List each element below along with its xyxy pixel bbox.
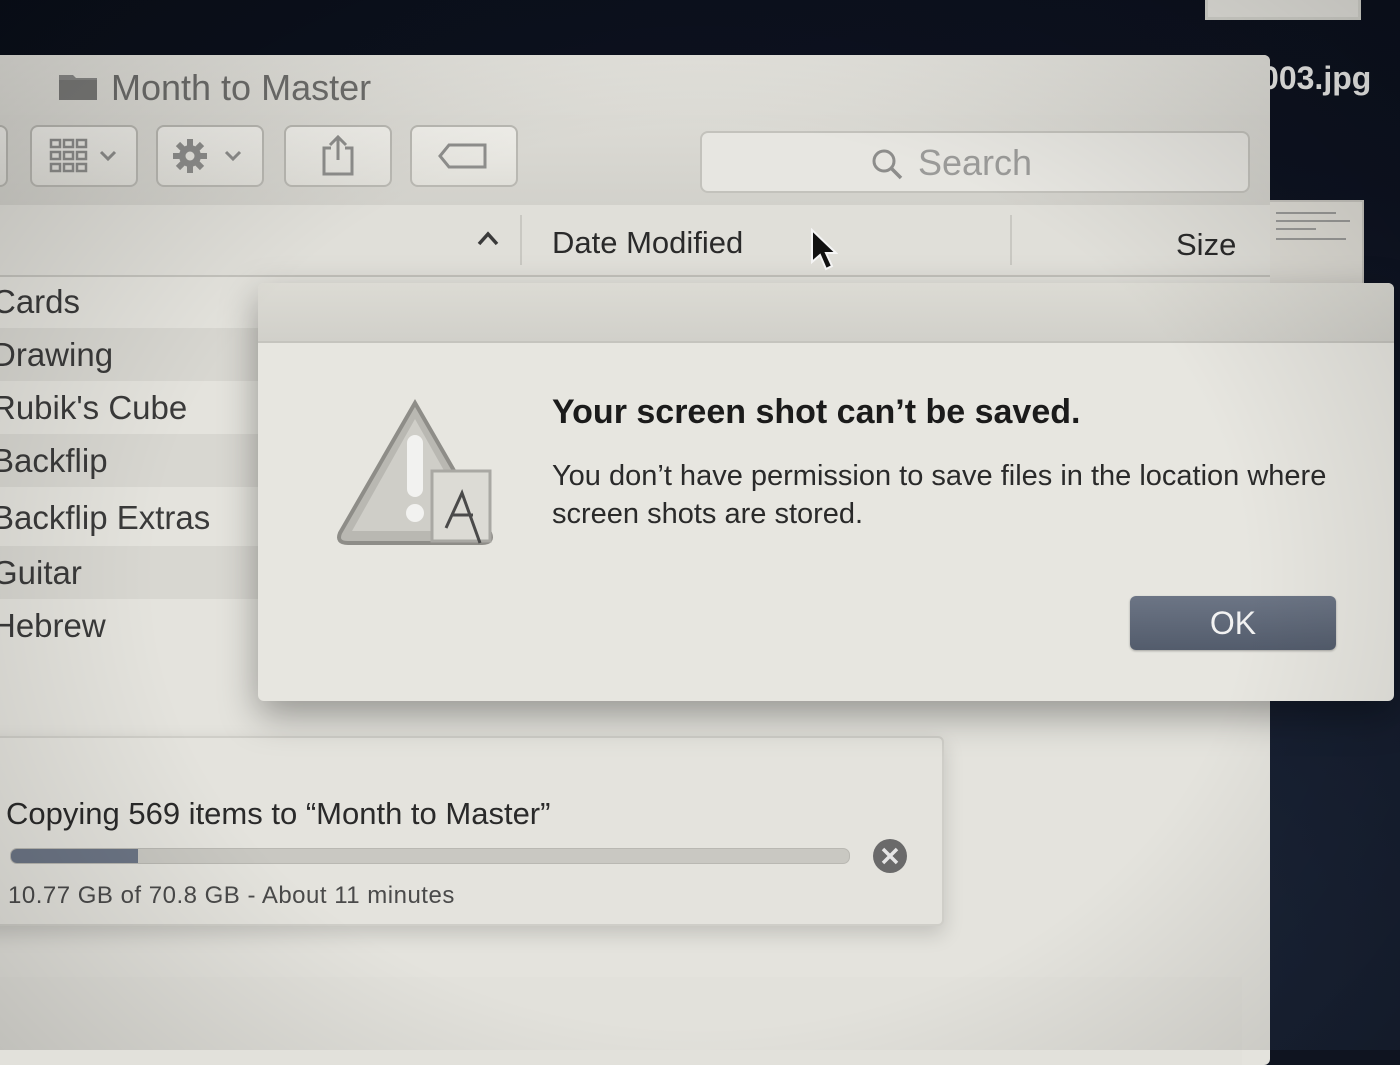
alert-title-bar — [258, 283, 1394, 343]
column-divider[interactable] — [520, 215, 522, 265]
search-placeholder: Search — [918, 142, 1032, 184]
column-date-modified[interactable]: Date Modified — [552, 225, 743, 261]
folder-icon — [58, 71, 98, 101]
copy-progress-bar — [10, 848, 850, 864]
column-divider[interactable] — [1010, 215, 1012, 265]
cancel-copy-button[interactable] — [872, 838, 908, 874]
toolbar: Search — [0, 115, 1270, 207]
list-item[interactable]: Cards — [0, 275, 280, 328]
desktop-file-thumbnail[interactable] — [1268, 200, 1364, 294]
view-options-button[interactable] — [30, 125, 138, 187]
chevron-down-icon — [101, 152, 115, 159]
window-title: Month to Master — [111, 67, 371, 109]
file-name: Hebrew — [0, 607, 106, 644]
warning-icon — [330, 393, 500, 563]
column-header: Date Modified Size — [0, 205, 1270, 277]
file-name: Cards — [0, 283, 80, 320]
share-button[interactable] — [284, 125, 392, 187]
file-name: Drawing — [0, 336, 113, 373]
search-icon — [870, 147, 904, 181]
copy-progress-status: 10.77 GB of 70.8 GB - About 11 minutes — [8, 882, 455, 910]
title-bar[interactable]: Month to Master — [0, 55, 1270, 115]
file-name: Backflip — [0, 442, 108, 479]
desktop-file-thumbnail[interactable] — [1205, 0, 1361, 20]
list-item[interactable]: Backflip Extras — [0, 491, 280, 544]
nav-back-button[interactable] — [0, 125, 8, 187]
file-name: Guitar — [0, 554, 82, 591]
file-name: Backflip Extras — [0, 499, 210, 536]
sort-ascending-icon[interactable] — [476, 229, 500, 247]
list-item[interactable]: Guitar — [0, 546, 280, 599]
ok-button[interactable]: OK — [1130, 596, 1336, 650]
action-menu-button[interactable] — [156, 125, 264, 187]
mouse-pointer-icon — [810, 228, 838, 272]
file-name: Rubik's Cube — [0, 389, 187, 426]
tags-button[interactable] — [410, 125, 518, 187]
grid-view-icon — [47, 136, 121, 176]
alert-dialog: Your screen shot can’t be saved. You don… — [258, 283, 1394, 701]
finder-content-area — [0, 977, 1242, 1065]
copy-progress-fill — [11, 849, 138, 863]
list-item[interactable]: Backflip — [0, 434, 280, 487]
list-item[interactable]: Drawing — [0, 328, 280, 381]
alert-title: Your screen shot can’t be saved. — [552, 393, 1080, 432]
share-icon — [318, 134, 358, 178]
search-field[interactable]: Search — [700, 131, 1250, 193]
tag-icon — [437, 141, 491, 171]
gear-icon — [170, 136, 250, 176]
copy-progress-window: Copying 569 items to “Month to Master” 1… — [0, 736, 944, 926]
copy-progress-title: Copying 569 items to “Month to Master” — [6, 796, 550, 832]
list-item[interactable]: Rubik's Cube — [0, 381, 280, 434]
list-item[interactable]: Hebrew — [0, 599, 280, 652]
column-size[interactable]: Size — [1176, 227, 1236, 263]
alert-message: You don’t have permission to save files … — [552, 457, 1342, 533]
chevron-down-icon — [226, 152, 240, 159]
